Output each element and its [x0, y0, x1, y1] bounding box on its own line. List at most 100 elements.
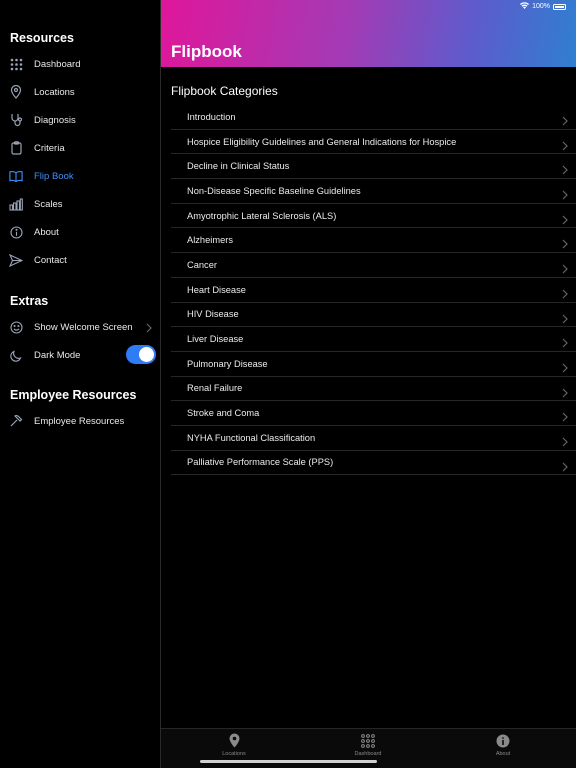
sidebar-item-criteria[interactable]: Criteria	[0, 136, 160, 160]
page-title: Flipbook	[171, 42, 242, 61]
sidebar-item-label: Scales	[34, 198, 63, 210]
list-item-label: Non-Disease Specific Baseline Guidelines	[187, 185, 361, 196]
home-indicator[interactable]	[200, 760, 377, 763]
sidebar-item-label: Employee Resources	[34, 415, 125, 427]
sidebar-item-label: Diagnosis	[34, 114, 76, 126]
tab-locations[interactable]: Locations	[204, 732, 264, 760]
sidebar-item-label: About	[34, 226, 59, 238]
smiley-icon	[9, 320, 23, 334]
battery-icon	[553, 3, 566, 10]
list-item[interactable]: Non-Disease Specific Baseline Guidelines	[171, 179, 576, 204]
list-item[interactable]: HIV Disease	[171, 303, 576, 328]
list-item-label: Introduction	[187, 111, 236, 122]
grid-icon	[9, 57, 23, 71]
list-item-label: Cancer	[187, 259, 217, 270]
paper-plane-icon	[9, 253, 23, 267]
list-item[interactable]: Renal Failure	[171, 377, 576, 402]
chevron-right-icon	[562, 113, 568, 131]
list-item[interactable]: Decline in Clinical Status	[171, 154, 576, 180]
list-item[interactable]: Cancer	[171, 253, 576, 278]
list-item[interactable]: Alzheimers	[171, 228, 576, 254]
sidebar-item-diagnosis[interactable]: Diagnosis	[0, 108, 160, 132]
tab-label: Dashboard	[354, 751, 382, 757]
chevron-right-icon	[562, 138, 568, 156]
sidebar-item-flip-book[interactable]: Flip Book	[0, 164, 160, 188]
list-item[interactable]: Stroke and Coma	[171, 401, 576, 426]
resources-section-title: Resources	[10, 31, 74, 45]
location-pin-icon	[9, 85, 23, 99]
list-item[interactable]: NYHA Functional Classification	[171, 426, 576, 451]
list-item-label: Decline in Clinical Status	[187, 161, 290, 172]
bar-chart-icon	[9, 197, 23, 211]
list-item-label: Palliative Performance Scale (PPS)	[187, 457, 334, 468]
chevron-right-icon	[562, 360, 568, 378]
chevron-right-icon	[562, 286, 568, 304]
list-item[interactable]: Heart Disease	[171, 278, 576, 303]
tab-label: Locations	[222, 751, 246, 757]
chevron-right-icon	[146, 320, 152, 338]
sidebar-item-label: Criteria	[34, 142, 65, 154]
sidebar-item-locations[interactable]: Locations	[0, 80, 160, 104]
sidebar-item-label: Flip Book	[34, 170, 74, 182]
chevron-right-icon	[562, 409, 568, 427]
info-icon	[496, 732, 510, 749]
section-title: Flipbook Categories	[171, 84, 278, 98]
sidebar: Resources Dashboard Locations Diagnosis …	[0, 0, 161, 768]
sidebar-item-label: Locations	[34, 86, 75, 98]
chevron-right-icon	[562, 335, 568, 353]
grid-icon	[361, 732, 375, 749]
sidebar-item-dashboard[interactable]: Dashboard	[0, 52, 160, 76]
list-item-label: Hospice Eligibility Guidelines and Gener…	[187, 136, 457, 147]
list-item[interactable]: Pulmonary Disease	[171, 352, 576, 377]
tab-label: About	[495, 751, 511, 757]
info-icon	[9, 225, 23, 239]
chevron-right-icon	[562, 385, 568, 403]
status-bar: 100%	[520, 2, 566, 11]
employee-resources-section-title: Employee Resources	[10, 388, 137, 402]
sidebar-item-contact[interactable]: Contact	[0, 248, 160, 272]
sidebar-item-label: Contact	[34, 254, 67, 266]
list-item-label: Renal Failure	[187, 383, 243, 394]
clipboard-icon	[9, 141, 23, 155]
sidebar-item-show-welcome-screen[interactable]: Show Welcome Screen	[0, 315, 160, 339]
tab-dashboard[interactable]: Dashboard	[338, 732, 398, 760]
chevron-right-icon	[562, 236, 568, 254]
list-item-label: Heart Disease	[187, 284, 246, 295]
sidebar-item-scales[interactable]: Scales	[0, 192, 160, 216]
moon-icon	[9, 348, 23, 362]
location-pin-icon	[229, 732, 240, 749]
chevron-right-icon	[562, 261, 568, 279]
list-item[interactable]: Palliative Performance Scale (PPS)	[171, 451, 576, 476]
list-item-label: NYHA Functional Classification	[187, 432, 316, 443]
list-item[interactable]: Introduction	[171, 105, 576, 130]
list-item-label: Amyotrophic Lateral Sclerosis (ALS)	[187, 210, 337, 221]
sidebar-item-label: Dark Mode	[34, 349, 81, 361]
chevron-right-icon	[562, 459, 568, 477]
tab-about[interactable]: About	[473, 732, 533, 760]
chevron-right-icon	[562, 434, 568, 452]
list-item-label: Pulmonary Disease	[187, 358, 268, 369]
sidebar-item-employee-resources[interactable]: Employee Resources	[0, 409, 160, 433]
dark-mode-toggle[interactable]	[126, 345, 156, 364]
list-item[interactable]: Amyotrophic Lateral Sclerosis (ALS)	[171, 204, 576, 229]
list-item[interactable]: Hospice Eligibility Guidelines and Gener…	[171, 130, 576, 155]
list-item[interactable]: Liver Disease	[171, 327, 576, 352]
battery-percent: 100%	[532, 3, 550, 10]
chevron-right-icon	[562, 162, 568, 180]
stethoscope-icon	[9, 113, 23, 127]
hammer-icon	[9, 414, 23, 428]
sidebar-item-label: Show Welcome Screen	[34, 321, 133, 333]
main-content: Flipbook Categories Introduction Hospice…	[161, 67, 576, 728]
sidebar-item-about[interactable]: About	[0, 220, 160, 244]
chevron-right-icon	[562, 212, 568, 230]
list-item-label: Liver Disease	[187, 334, 244, 345]
category-list: Introduction Hospice Eligibility Guideli…	[171, 105, 576, 476]
extras-section-title: Extras	[10, 294, 49, 308]
wifi-icon	[520, 2, 530, 11]
list-item-label: Stroke and Coma	[187, 408, 260, 419]
chevron-right-icon	[562, 187, 568, 205]
list-item-label: Alzheimers	[187, 235, 233, 246]
book-icon	[9, 169, 23, 183]
header: 100% Flipbook	[161, 0, 576, 67]
chevron-right-icon	[562, 311, 568, 329]
